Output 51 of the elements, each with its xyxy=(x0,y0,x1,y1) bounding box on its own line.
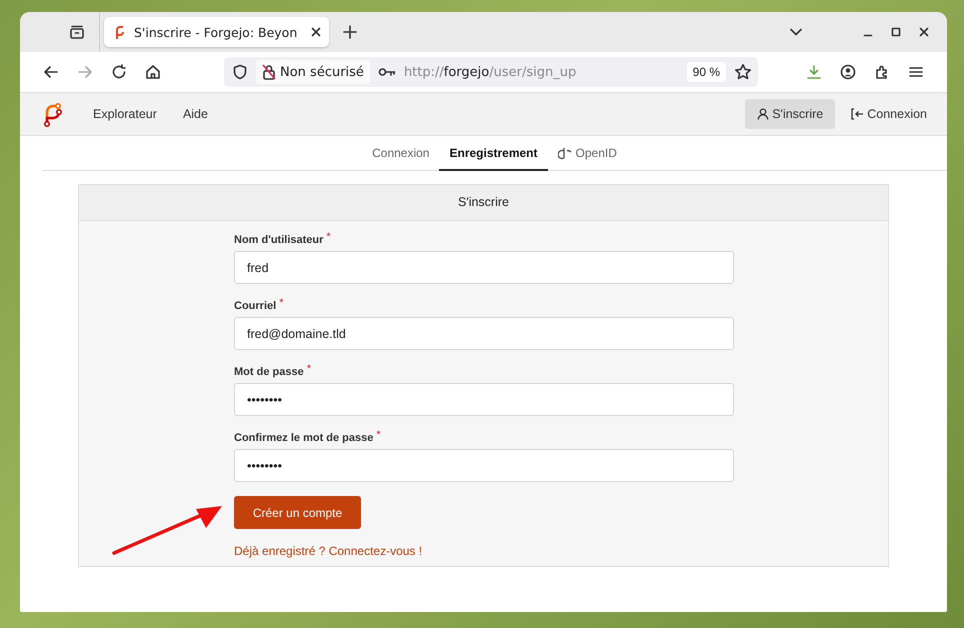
close-icon[interactable] xyxy=(919,27,929,37)
crossed-lock-icon xyxy=(262,64,276,80)
create-account-button[interactable]: Créer un compte xyxy=(234,496,361,529)
nav-link[interactable]: Explorateur xyxy=(93,107,157,121)
input-field[interactable]: •••••••• xyxy=(234,449,734,482)
new-tab-icon[interactable] xyxy=(343,25,357,39)
tab-title: S'inscrire - Forgejo: Beyon xyxy=(134,24,298,40)
download-icon[interactable] xyxy=(806,64,822,80)
input-field[interactable]: •••••••• xyxy=(234,383,734,416)
back-icon[interactable] xyxy=(43,64,59,80)
key-icon[interactable] xyxy=(378,66,396,78)
home-icon[interactable] xyxy=(145,64,161,80)
browser-tab[interactable]: S'inscrire - Forgejo: Beyon xyxy=(104,17,329,47)
tab[interactable]: Connexion xyxy=(362,136,440,171)
security-indicator[interactable]: Non sécurisé xyxy=(256,60,370,84)
required-mark: * xyxy=(326,231,331,245)
zoom-level[interactable]: 90 % xyxy=(686,62,726,82)
card-title: S'inscrire xyxy=(79,185,888,221)
sign-in-icon xyxy=(851,108,864,120)
puzzle-piece-icon[interactable] xyxy=(874,64,890,80)
sign-in-link[interactable]: Déjà enregistré ? Connectez-vous ! xyxy=(234,544,422,558)
field-label: Mot de passe xyxy=(234,366,304,378)
close-icon[interactable] xyxy=(311,27,321,37)
person-icon xyxy=(757,108,770,120)
sign-in-button[interactable]: Connexion xyxy=(839,99,939,129)
chevron-down-icon[interactable] xyxy=(789,27,803,37)
required-mark: * xyxy=(376,429,381,443)
menu-icon[interactable] xyxy=(908,64,924,80)
url-text: http://forgejo/user/sign_up xyxy=(404,64,576,80)
address-bar[interactable]: Non sécurisé http://forgejo/user/sign_up 90 % xyxy=(224,57,758,87)
reload-icon[interactable] xyxy=(111,64,127,80)
field-label: Nom d'utilisateur xyxy=(234,234,324,246)
nav-link[interactable]: Aide xyxy=(182,107,208,121)
tab[interactable]: Enregistrement xyxy=(439,136,548,171)
shield-icon[interactable] xyxy=(232,64,248,80)
forgejo-logo-icon xyxy=(114,24,126,40)
required-mark: * xyxy=(306,363,311,377)
star-icon[interactable] xyxy=(734,63,752,81)
security-label: Non sécurisé xyxy=(280,64,364,80)
field-label: Courriel xyxy=(234,300,276,312)
openid-icon xyxy=(558,146,572,160)
account-icon[interactable] xyxy=(840,64,856,80)
sign-up-button[interactable]: S'inscrire xyxy=(745,99,836,129)
required-mark: * xyxy=(279,297,284,311)
tab[interactable]: OpenID xyxy=(548,136,627,171)
input-field[interactable]: fred xyxy=(234,251,734,284)
field-label: Confirmez le mot de passe xyxy=(234,432,374,444)
forgejo-logo-icon[interactable] xyxy=(42,100,62,128)
maximize-icon[interactable] xyxy=(891,27,901,37)
input-field[interactable]: fred@domaine.tld xyxy=(234,317,734,350)
tab-list-icon[interactable] xyxy=(69,24,85,40)
